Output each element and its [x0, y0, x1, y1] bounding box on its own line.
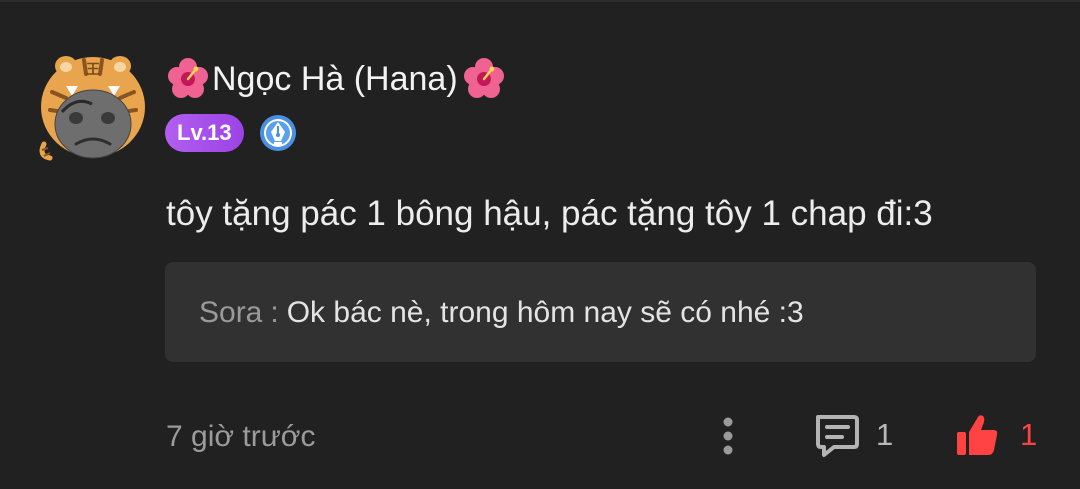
like-button[interactable]: 1 — [954, 407, 1044, 463]
like-count: 1 — [1020, 417, 1038, 452]
reply-separator: : — [270, 296, 279, 329]
user-badges: Lv.13 — [165, 113, 297, 153]
reply-line: Sora: Ok bác nè, trong hôm nay sẽ có nhé … — [199, 296, 804, 330]
more-vertical-icon[interactable] — [712, 412, 744, 460]
pen-nib-badge-icon — [259, 115, 296, 151]
reply-text: Ok bác nè, trong hôm nay sẽ có nhé :3 — [286, 296, 804, 329]
reply-count: 1 — [876, 417, 894, 452]
reply-button[interactable]: 1 — [812, 407, 908, 463]
thumbs-up-icon — [957, 415, 998, 455]
hibiscus-flower-icon — [168, 58, 208, 98]
username[interactable]: Ngọc Hà (Hana) — [212, 60, 458, 99]
reply-author: Sora — [199, 296, 263, 329]
comment-bubble-icon — [816, 415, 859, 457]
comment-card: 王 Ngọc Hà (Hana) Lv.13 tôy tặng pác 1 bô… — [0, 0, 1080, 489]
svg-text:王: 王 — [86, 62, 100, 78]
timestamp: 7 giờ trước — [166, 420, 316, 453]
level-badge: Lv.13 — [165, 114, 244, 152]
username-row[interactable]: Ngọc Hà (Hana) — [166, 54, 506, 104]
comment-text: tôy tặng pác 1 bông hậu, pác tặng tôy 1 … — [166, 194, 933, 233]
hibiscus-flower-icon — [463, 58, 504, 98]
tiger-hat-avatar-icon[interactable]: 王 — [36, 52, 150, 164]
reply-preview[interactable]: Sora: Ok bác nè, trong hôm nay sẽ có nhé … — [165, 262, 1036, 362]
